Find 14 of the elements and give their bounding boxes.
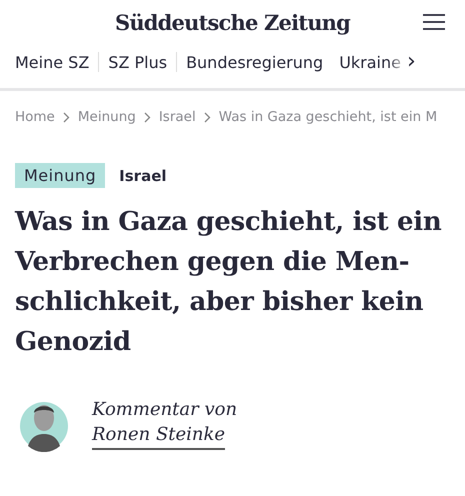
nav-link[interactable]: Meine SZ	[15, 52, 90, 72]
topic-label[interactable]: Israel	[119, 166, 167, 184]
logo[interactable]: Süddeutsche Zeitung	[114, 10, 350, 34]
chevron-icon	[204, 112, 211, 122]
chevron-icon	[144, 112, 151, 122]
byline-intro: Kommentar von	[92, 398, 238, 420]
more-button[interactable]: ›	[406, 51, 416, 73]
nav-link[interactable]: SZ Plus	[108, 52, 168, 72]
headline: Was in Gaza geschieht, ist ein Verbrechen gegen die Men- schlichkeit, aber bisher kein Genozid	[15, 206, 442, 359]
nav-link[interactable]: Bundesregierung	[186, 52, 324, 72]
menu-icon[interactable]	[423, 14, 445, 30]
chevron-icon	[62, 112, 70, 122]
category-tag[interactable]: Meinung	[15, 163, 106, 188]
author-link[interactable]: Ronen Steinke	[92, 424, 226, 450]
